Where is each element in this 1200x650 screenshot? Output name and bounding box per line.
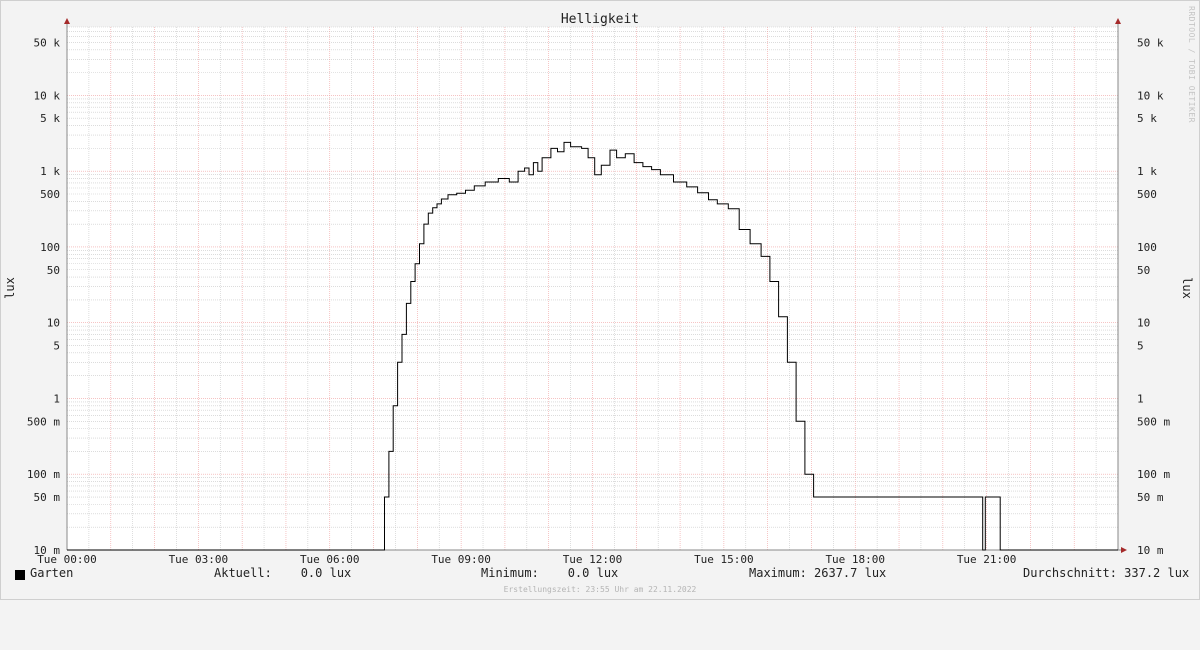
y-tick-label-left: 50 xyxy=(47,264,60,277)
x-tick-labels: Tue 00:00 Tue 03:00 Tue 06:00 Tue 09:00 Tue … xyxy=(37,553,1016,566)
watermark: RRDTOOL / TOBI OETIKER xyxy=(1187,6,1196,123)
y-tick-label-right: 5 xyxy=(1137,340,1144,353)
x-tick-label: Tue 12:00 xyxy=(563,553,623,566)
chart-canvas: 50 k 10 k 5 k 1 k 500 100 50 10 5 1 500 m 100 m 50 m… xyxy=(3,12,1194,566)
legend-average: Durchschnitt: 337.2 lux xyxy=(1023,566,1190,580)
y-tick-label-left: 50 m xyxy=(34,491,61,504)
legend-minimum: Minimum: 0.0 lux xyxy=(481,566,619,580)
legend-current: Aktuell: 0.0 lux xyxy=(214,566,352,580)
y-tick-label-right: 50 m xyxy=(1137,491,1164,504)
y-tick-label-left: 500 m xyxy=(27,415,60,428)
y-tick-label-right: 100 m xyxy=(1137,468,1170,481)
y-tick-label-left: 5 k xyxy=(40,112,60,125)
y-axis-arrow-right xyxy=(1115,18,1121,24)
y-tick-label-right: 500 xyxy=(1137,188,1157,201)
y-tick-label-right: 5 k xyxy=(1137,112,1157,125)
x-axis-arrow xyxy=(1121,547,1127,553)
x-tick-label: Tue 15:00 xyxy=(694,553,754,566)
y-tick-label-left: 100 m xyxy=(27,468,60,481)
y-tick-label-left: 10 k xyxy=(34,89,61,102)
x-tick-label: Tue 18:00 xyxy=(825,553,885,566)
y-tick-label-left: 10 xyxy=(47,317,60,330)
chart-title: Helligkeit xyxy=(561,12,639,27)
legend-maximum: Maximum: 2637.7 lux xyxy=(749,566,887,580)
y-tick-label-left: 5 xyxy=(53,340,60,353)
y-tick-label-left: 50 k xyxy=(34,36,61,49)
y-tick-label-left: 500 xyxy=(40,188,60,201)
y-tick-label-right: 50 k xyxy=(1137,36,1164,49)
y-tick-label-right: 1 k xyxy=(1137,165,1157,178)
y-tick-labels-right: 50 k 10 k 5 k 1 k 500 100 50 10 5 1 500 m 100 m 50 m… xyxy=(1137,36,1170,557)
x-tick-label: Tue 00:00 xyxy=(37,553,97,566)
y-axis-label-left: lux xyxy=(3,277,17,299)
y-tick-label-right: 10 k xyxy=(1137,89,1164,102)
x-tick-label: Tue 09:00 xyxy=(431,553,491,566)
y-tick-label-left: 100 xyxy=(40,241,60,254)
y-tick-label-right: 500 m xyxy=(1137,415,1170,428)
y-tick-label-right: 10 m xyxy=(1137,544,1164,557)
x-tick-label: Tue 21:00 xyxy=(957,553,1017,566)
footer-timestamp: Erstellungszeit: 23:55 Uhr am 22.11.2022 xyxy=(503,585,697,594)
y-tick-label-right: 10 xyxy=(1137,317,1150,330)
y-tick-label-left: 1 xyxy=(53,392,60,405)
y-axis-label-right: lux xyxy=(1180,277,1194,299)
y-tick-label-right: 50 xyxy=(1137,264,1150,277)
legend-series-name: Garten xyxy=(30,566,74,580)
x-tick-label: Tue 06:00 xyxy=(300,553,360,566)
y-tick-label-right: 1 xyxy=(1137,392,1144,405)
y-axis-arrow-left xyxy=(64,18,70,24)
x-tick-label: Tue 03:00 xyxy=(169,553,229,566)
y-tick-labels-left: 50 k 10 k 5 k 1 k 500 100 50 10 5 1 500 m 100 m 50 m… xyxy=(27,36,60,557)
y-tick-label-right: 100 xyxy=(1137,241,1157,254)
legend: Garten Aktuell: 0.0 lux Minimum: 0.0 lux… xyxy=(0,566,1200,584)
y-tick-label-left: 1 k xyxy=(40,165,60,178)
